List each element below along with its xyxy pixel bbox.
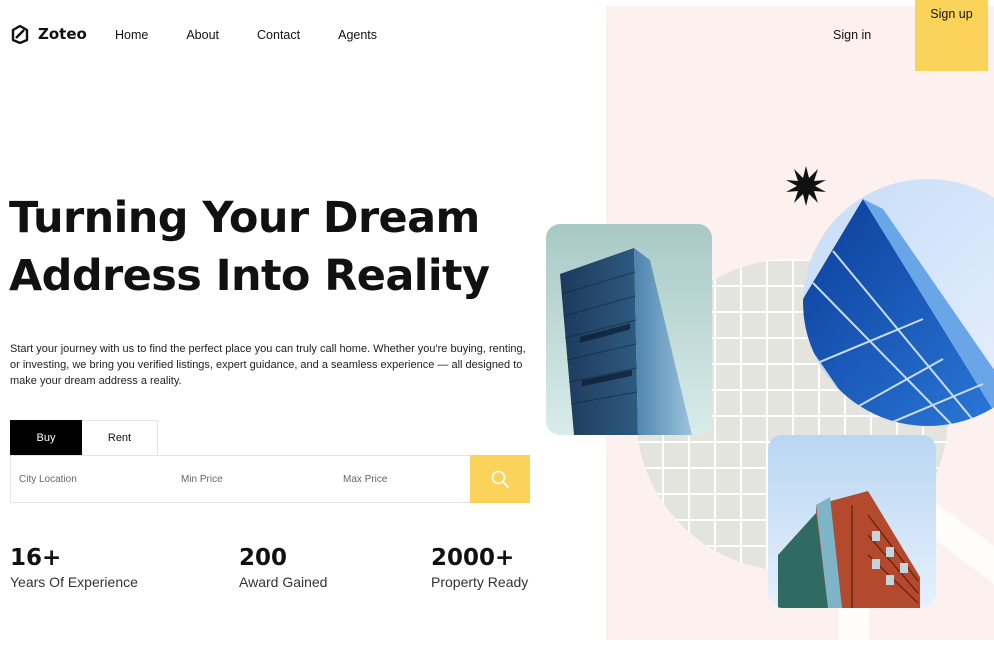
sign-up-button[interactable]: Sign up — [915, 0, 988, 71]
sign-in-link[interactable]: Sign in — [833, 28, 871, 42]
search-tabs: Buy Rent — [10, 420, 158, 455]
search-icon — [491, 470, 509, 488]
sign-up-label: Sign up — [930, 7, 973, 21]
stat-awards: 200 Award Gained — [239, 544, 327, 590]
nav-about[interactable]: About — [186, 28, 219, 42]
stat-value: 2000+ — [431, 545, 515, 571]
brand-logo[interactable]: Zoteo — [10, 24, 87, 44]
glass-building-image — [803, 179, 994, 426]
stat-label: Award Gained — [239, 574, 328, 590]
search-button[interactable] — [470, 455, 530, 503]
logo-icon — [11, 24, 29, 44]
tower-building-image — [546, 224, 712, 435]
nav-contact[interactable]: Contact — [257, 28, 300, 42]
tab-rent[interactable]: Rent — [82, 420, 158, 455]
city-location-input[interactable] — [11, 456, 173, 502]
stat-properties: 2000+ Property Ready — [431, 544, 528, 590]
starburst-icon — [786, 166, 826, 206]
hero-title: Turning Your Dream Address Into Reality — [9, 189, 490, 305]
main-nav: Home About Contact Agents — [115, 28, 415, 42]
hero-description: Start your journey with us to find the p… — [10, 343, 526, 387]
hero-title-line-2: Address Into Reality — [9, 251, 490, 301]
hero-title-line-1: Turning Your Dream — [9, 193, 480, 243]
property-search-bar — [10, 455, 530, 503]
brick-building-image — [768, 435, 936, 608]
tab-buy[interactable]: Buy — [10, 420, 82, 455]
stat-value: 16+ — [10, 545, 62, 571]
min-price-input[interactable] — [173, 456, 335, 502]
stat-label: Years Of Experience — [10, 574, 138, 590]
nav-agents[interactable]: Agents — [338, 28, 377, 42]
nav-home[interactable]: Home — [115, 28, 148, 42]
brand-name: Zoteo — [38, 25, 87, 43]
stat-value: 200 — [239, 545, 288, 571]
stat-experience: 16+ Years Of Experience — [10, 544, 138, 590]
stat-label: Property Ready — [431, 574, 529, 590]
